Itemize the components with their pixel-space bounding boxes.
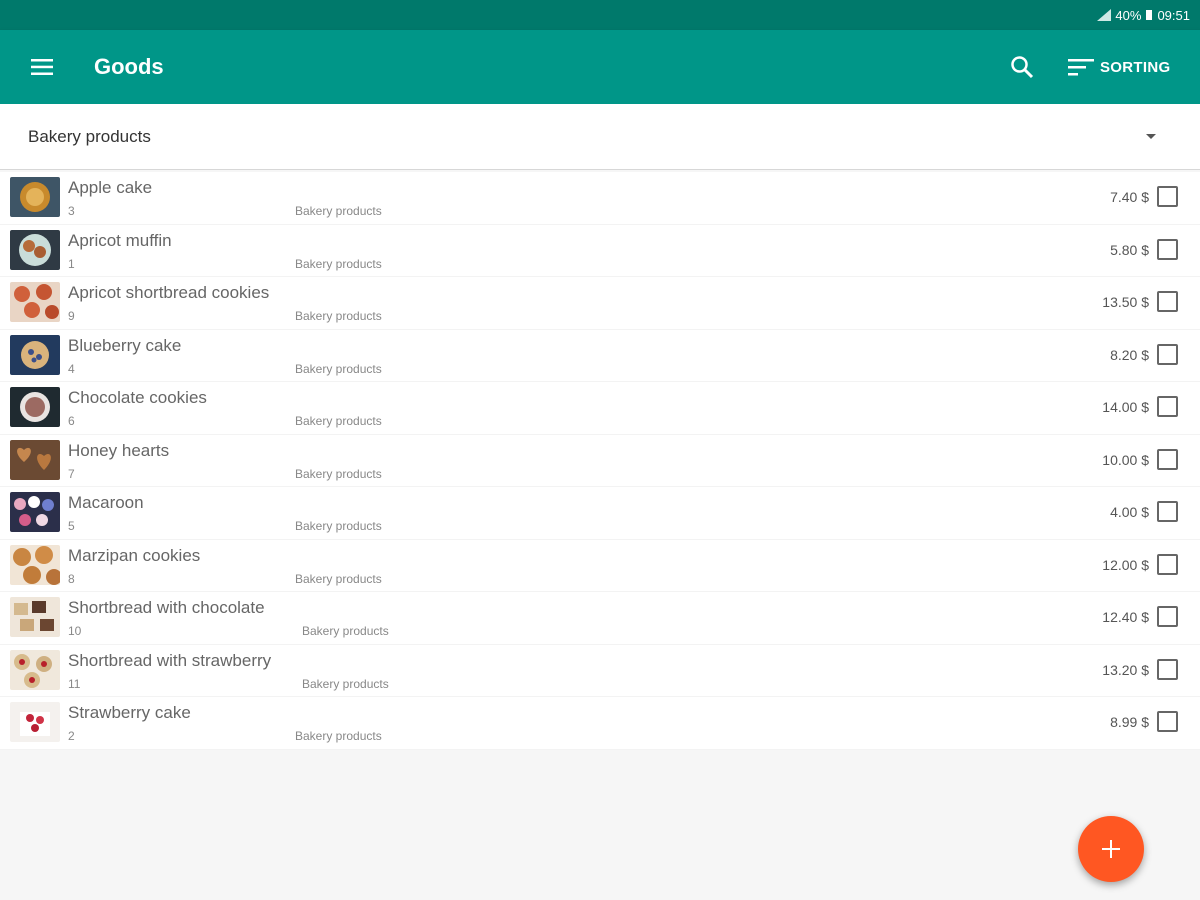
select-checkbox[interactable] (1157, 711, 1178, 732)
list-item[interactable]: Shortbread with chocolate 10 Bakery prod… (0, 592, 1200, 645)
select-checkbox[interactable] (1157, 606, 1178, 627)
select-checkbox[interactable] (1157, 501, 1178, 522)
menu-icon (31, 59, 53, 75)
product-category: Bakery products (295, 309, 382, 323)
product-quantity: 6 (68, 414, 75, 428)
list-item[interactable]: Honey hearts 7 Bakery products 10.00 $ (0, 435, 1200, 487)
product-category: Bakery products (295, 256, 382, 271)
list-item[interactable]: Macaroon 5 Bakery products 4.00 $ (0, 487, 1200, 540)
list-item[interactable]: Marzipan cookies 8 Bakery products 12.00… (0, 540, 1200, 592)
category-dropdown-value: Bakery products (28, 126, 151, 146)
product-quantity: 2 (68, 729, 75, 743)
product-quantity: 1 (68, 256, 75, 271)
product-thumbnail (10, 492, 60, 532)
product-name: Macaroon (68, 493, 144, 512)
product-category: Bakery products (302, 624, 389, 638)
select-checkbox[interactable] (1157, 448, 1178, 470)
product-category: Bakery products (302, 676, 389, 691)
product-price: 13.50 $ (1102, 294, 1149, 310)
product-category: Bakery products (295, 361, 382, 376)
search-button[interactable] (1000, 49, 1044, 85)
signal-icon (1097, 9, 1112, 21)
product-quantity: 9 (68, 309, 75, 323)
product-thumbnail (10, 702, 60, 742)
search-icon (1011, 56, 1034, 79)
product-price: 12.00 $ (1102, 556, 1149, 573)
product-quantity: 3 (68, 204, 75, 218)
product-name: Shortbread with strawberry (68, 650, 272, 670)
product-price: 12.40 $ (1102, 609, 1149, 625)
list-item[interactable]: Shortbread with strawberry 11 Bakery pro… (0, 645, 1200, 697)
product-name: Apricot shortbread cookies (68, 283, 270, 302)
product-quantity: 8 (68, 571, 75, 586)
battery-level: 40% (1115, 7, 1142, 23)
select-checkbox[interactable] (1157, 396, 1178, 417)
product-name: Apricot muffin (68, 230, 172, 250)
add-product-button[interactable] (1078, 816, 1144, 882)
select-checkbox[interactable] (1157, 291, 1178, 312)
product-category: Bakery products (295, 729, 382, 743)
product-price: 7.40 $ (1110, 189, 1149, 205)
plus-icon (1102, 840, 1120, 858)
product-quantity: 10 (68, 624, 82, 638)
list-item[interactable]: Blueberry cake 4 Bakery products 8.20 $ (0, 330, 1200, 382)
sort-label: SORTING (1100, 58, 1171, 76)
product-quantity: 7 (68, 466, 75, 481)
product-list: Apple cake 3 Bakery products 7.40 $ Apri… (0, 172, 1200, 750)
select-checkbox[interactable] (1157, 343, 1178, 365)
product-price: 13.20 $ (1102, 661, 1149, 678)
list-item[interactable]: Apple cake 3 Bakery products 7.40 $ (0, 172, 1200, 225)
select-checkbox[interactable] (1157, 238, 1178, 260)
product-name: Chocolate cookies (68, 388, 207, 407)
product-price: 10.00 $ (1102, 451, 1149, 468)
product-quantity: 4 (68, 361, 75, 376)
select-checkbox[interactable] (1157, 658, 1178, 680)
menu-button[interactable] (18, 49, 66, 85)
product-price: 8.99 $ (1110, 714, 1149, 730)
select-checkbox[interactable] (1157, 553, 1178, 575)
list-item[interactable]: Chocolate cookies 6 Bakery products 14.0… (0, 382, 1200, 435)
product-thumbnail (10, 544, 60, 585)
product-thumbnail (10, 439, 60, 480)
product-quantity: 5 (68, 519, 75, 533)
sort-button[interactable]: SORTING (1068, 49, 1170, 85)
product-price: 8.20 $ (1110, 346, 1149, 363)
product-thumbnail (10, 334, 60, 375)
product-name: Apple cake (68, 178, 153, 197)
product-name: Honey hearts (68, 440, 170, 460)
battery-icon (1146, 10, 1153, 20)
page-title: Goods (94, 54, 164, 79)
product-thumbnail (10, 282, 60, 322)
dropdown-arrow-icon (1146, 134, 1156, 139)
select-checkbox[interactable] (1157, 186, 1178, 207)
app-bar: Goods SORTING (0, 30, 1200, 104)
product-price: 14.00 $ (1102, 399, 1149, 415)
product-category: Bakery products (295, 414, 382, 428)
product-name: Shortbread with chocolate (68, 598, 265, 617)
product-thumbnail (10, 649, 60, 690)
product-name: Strawberry cake (68, 703, 191, 722)
product-name: Marzipan cookies (68, 545, 201, 565)
product-thumbnail (10, 387, 60, 427)
product-category: Bakery products (295, 466, 382, 481)
status-bar: 40% 09:51 (0, 0, 1200, 30)
clock: 09:51 (1157, 7, 1190, 23)
product-price: 5.80 $ (1110, 241, 1149, 258)
product-price: 4.00 $ (1110, 504, 1149, 520)
product-category: Bakery products (295, 571, 382, 586)
category-dropdown[interactable]: Bakery products (0, 104, 1200, 170)
product-thumbnail (10, 597, 60, 637)
list-item[interactable]: Strawberry cake 2 Bakery products 8.99 $ (0, 697, 1200, 750)
product-category: Bakery products (295, 519, 382, 533)
list-item[interactable]: Apricot shortbread cookies 9 Bakery prod… (0, 277, 1200, 330)
product-thumbnail (10, 177, 60, 217)
product-thumbnail (10, 229, 60, 270)
product-name: Blueberry cake (68, 335, 182, 355)
product-quantity: 11 (68, 676, 81, 691)
list-item[interactable]: Apricot muffin 1 Bakery products 5.80 $ (0, 225, 1200, 277)
product-category: Bakery products (295, 204, 382, 218)
sort-icon (1068, 59, 1094, 76)
